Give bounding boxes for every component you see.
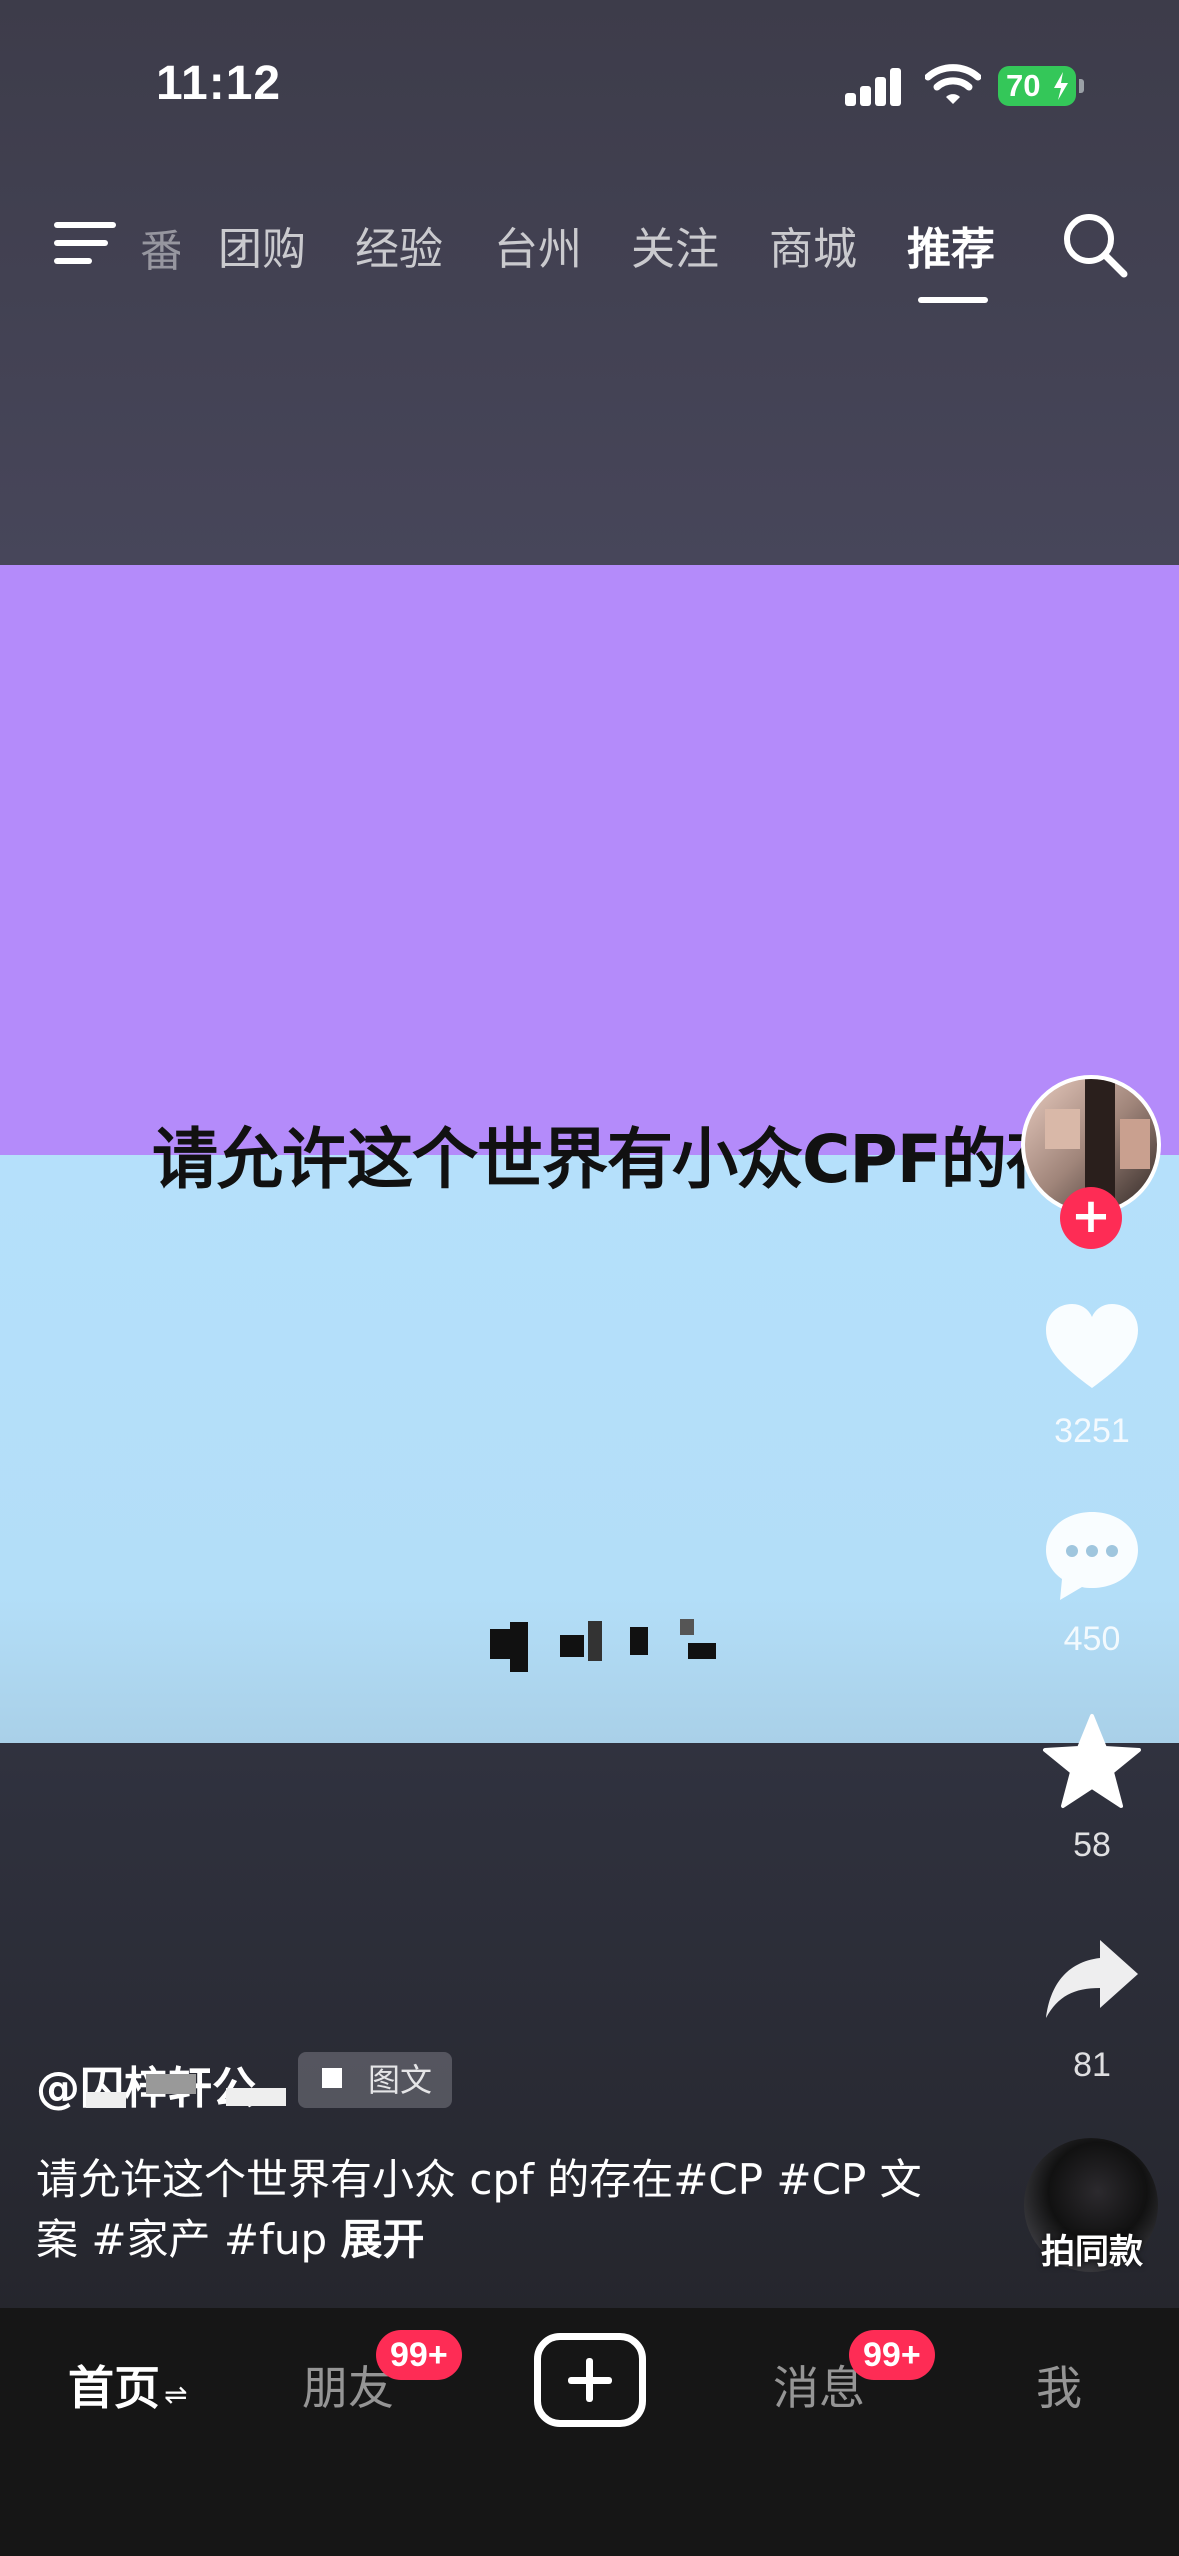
tab-home-label: 首页: [68, 2361, 160, 2415]
wifi-icon: [925, 64, 981, 104]
favorite-count: 58: [1073, 1826, 1111, 1864]
share-count: 81: [1073, 2046, 1111, 2084]
heart-icon[interactable]: [1042, 1300, 1142, 1400]
image-text-icon: [322, 2068, 342, 2088]
share-icon[interactable]: [1042, 1932, 1142, 2032]
tab-mall[interactable]: 商城: [769, 213, 857, 277]
star-icon[interactable]: [1042, 1712, 1142, 1812]
tab-recommended[interactable]: 推荐: [907, 213, 995, 277]
charging-bolt-icon: [1054, 72, 1068, 100]
author-name[interactable]: @囚梓轩公: [36, 2052, 296, 2112]
tab-following[interactable]: 关注: [631, 213, 719, 277]
comment-icon[interactable]: [1042, 1506, 1142, 1606]
tab-me[interactable]: 我: [1036, 2352, 1082, 2418]
image-purple-band[interactable]: [0, 565, 1179, 1155]
image-overlay-mosaic: [470, 1617, 720, 1677]
tab-home[interactable]: 首页 ⇌: [68, 2352, 187, 2418]
like-count: 3251: [1054, 1412, 1130, 1450]
active-tab-indicator: [918, 297, 988, 303]
swap-icon: ⇌: [164, 2378, 188, 2411]
tab-group-buy[interactable]: 团购: [218, 213, 306, 277]
image-overlay-title: 请允许这个世界有小众CPF的存在: [152, 1121, 1137, 1198]
search-icon[interactable]: [1060, 210, 1130, 280]
tab-experience[interactable]: 经验: [355, 213, 443, 277]
tab-partial[interactable]: 番: [140, 215, 180, 275]
image-text-tag: 图文: [298, 2052, 452, 2108]
caption-text: 请允许这个世界有小众 cpf 的存在#CP #CP 文案 #家产 #fup: [36, 2155, 922, 2264]
same-style-label[interactable]: 拍同款: [1010, 2224, 1174, 2273]
tab-taizhou[interactable]: 台州: [494, 213, 582, 277]
comment-count: 450: [1063, 1620, 1121, 1658]
expand-link[interactable]: 展开: [341, 2215, 425, 2264]
battery-indicator: 70: [998, 66, 1076, 106]
post-caption[interactable]: 请允许这个世界有小众 cpf 的存在#CP #CP 文案 #家产 #fup 展开: [36, 2150, 936, 2270]
cellular-signal-icon: [845, 66, 903, 106]
create-post-button[interactable]: [534, 2333, 646, 2427]
image-text-tag-label: 图文: [368, 2061, 433, 2099]
friends-badge: 99+: [376, 2330, 462, 2380]
battery-level: 70: [1006, 68, 1041, 103]
status-time: 11:12: [156, 57, 282, 110]
follow-button[interactable]: +: [1060, 1187, 1122, 1249]
battery-tip: [1079, 79, 1084, 93]
menu-icon[interactable]: [54, 222, 116, 266]
messages-badge: 99+: [849, 2330, 935, 2380]
